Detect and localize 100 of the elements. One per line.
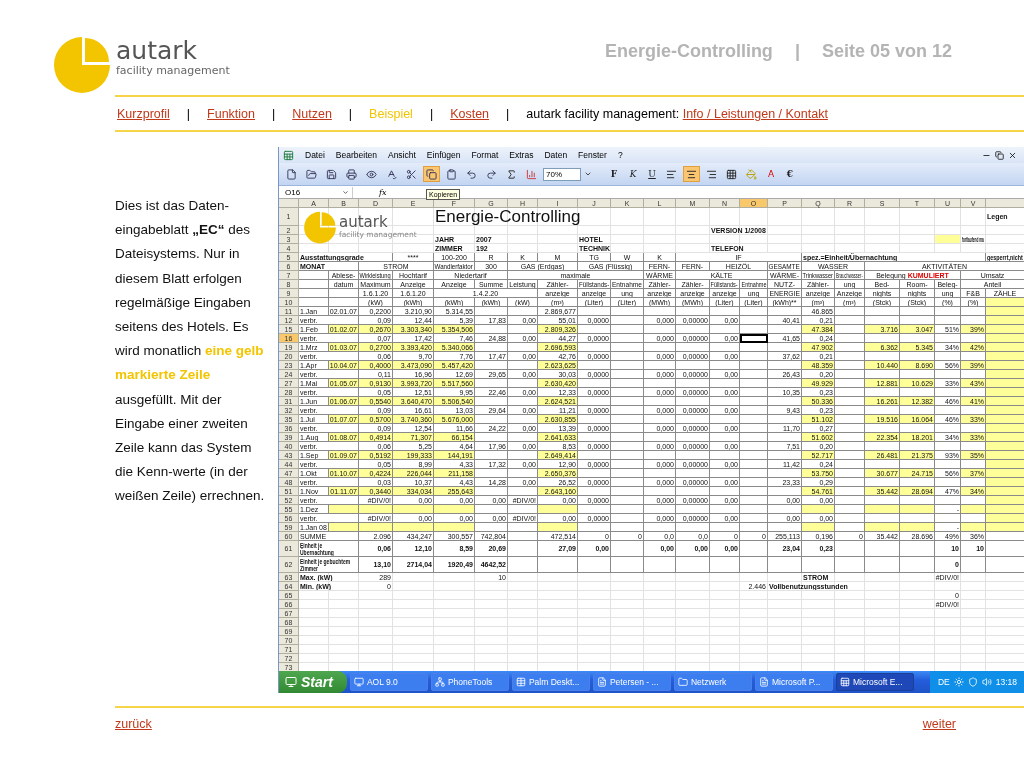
input-cell[interactable] [986,523,1024,532]
menu-item[interactable]: Daten [544,150,568,160]
input-cell[interactable] [986,361,1024,370]
empty-cell [676,307,710,316]
back-link[interactable]: zurück [115,717,152,731]
input-cell[interactable] [986,316,1024,325]
empty-cell [611,316,644,325]
nav-link[interactable]: Kurzprofil [117,106,170,121]
input-cell[interactable] [986,298,1024,307]
caret-icon[interactable] [584,170,592,178]
input-cell[interactable] [538,523,578,532]
menu-item[interactable]: Bearbeiten [335,150,377,160]
toolbar-button[interactable] [683,166,700,182]
next-link[interactable]: weiter [922,717,956,731]
input-cell[interactable] [986,505,1024,514]
zoom-field[interactable]: 70% [543,167,581,181]
input-cell[interactable] [802,523,835,532]
sun-icon[interactable] [953,677,964,687]
input-cell[interactable] [986,334,1024,343]
format-button[interactable]: K [625,166,641,182]
input-cell[interactable] [900,523,935,532]
speaker-icon[interactable] [981,677,992,687]
input-cell[interactable] [329,523,359,532]
input-cell[interactable] [986,478,1024,487]
input-cell[interactable] [961,505,986,514]
input-cell[interactable] [986,352,1024,361]
input-cell[interactable] [986,460,1024,469]
input-cell[interactable] [986,370,1024,379]
input-cell[interactable] [961,523,986,532]
caret-icon[interactable] [342,188,349,196]
nav-link[interactable]: Funktion [207,106,255,121]
input-cell[interactable] [434,505,475,514]
toolbar-button[interactable] [423,166,440,182]
format-button[interactable]: F [606,166,622,182]
input-cell[interactable] [986,433,1024,442]
input-cell[interactable] [900,505,935,514]
restore-icon[interactable] [995,150,1004,160]
input-cell[interactable] [986,451,1024,460]
input-cell[interactable] [986,379,1024,388]
input-cell[interactable] [393,523,434,532]
menu-item[interactable]: Extras [509,150,534,160]
input-cell[interactable] [865,505,900,514]
nav-link[interactable]: Kosten [450,106,490,121]
input-cell[interactable] [359,505,393,514]
clipboard-icon [446,168,457,180]
empty-cell [676,325,710,334]
nav-link[interactable]: Nutzen [292,106,332,121]
start-button[interactable]: Start [279,671,347,693]
contact-link[interactable]: Info / Leistungen / Kontakt [682,106,828,121]
input-cell[interactable] [538,505,578,514]
input-cell[interactable] [986,514,1024,523]
empty-cell [935,406,961,415]
input-cell[interactable] [986,307,1024,316]
cell-cursor[interactable] [740,334,768,343]
input-cell[interactable] [986,343,1024,352]
empty-cell [740,541,768,557]
input-cell[interactable] [359,523,393,532]
menu-item[interactable]: Format [471,150,499,160]
input-cell[interactable] [434,523,475,532]
empty-cell [710,505,740,514]
copy-icon [426,168,437,180]
input-cell[interactable] [393,505,434,514]
taskbar-item[interactable]: PhoneTools [430,673,509,691]
taskbar-item[interactable]: Microsoft P... [754,673,833,691]
input-cell[interactable] [986,406,1024,415]
currency-button[interactable]: € [782,166,798,182]
input-cell[interactable] [802,505,835,514]
empty-cell [865,541,900,557]
empty-cell [740,442,768,451]
menu-item[interactable]: Fenster [578,150,607,160]
taskbar-item[interactable]: Palm Deskt... [511,673,590,691]
input-cell[interactable] [986,496,1024,505]
taskbar-item[interactable]: AOL 9.0 [349,673,428,691]
input-cell[interactable] [986,469,1024,478]
input-cell[interactable] [329,505,359,514]
input-cell[interactable] [986,424,1024,433]
toolbar-button[interactable] [343,166,360,182]
font-color-button[interactable]: A [763,166,779,182]
input-cell[interactable] [986,442,1024,451]
input-cell[interactable] [986,415,1024,424]
input-cell[interactable] [986,487,1024,496]
input-cell[interactable] [986,397,1024,406]
close-icon[interactable] [1008,150,1017,160]
taskbar-item[interactable]: Petersen - ... [592,673,671,691]
empty-cell [835,370,865,379]
empty-cell [676,505,710,514]
menu-item[interactable]: Einfügen [426,150,461,160]
empty-cell [611,478,644,487]
shield-icon[interactable] [967,677,978,687]
input-cell[interactable] [865,523,900,532]
input-cell[interactable] [986,388,1024,397]
menu-item[interactable]: Datei [305,150,325,160]
taskbar-item[interactable]: Netzwerk [673,673,752,691]
menu-item[interactable]: ? [617,150,623,160]
menu-item[interactable]: Ansicht [387,150,416,160]
format-button[interactable]: U [644,166,660,182]
name-box[interactable]: O16 [279,186,353,198]
input-cell[interactable] [986,325,1024,334]
taskbar-item[interactable]: Microsoft E... [835,673,914,691]
empty-cell [475,307,508,316]
